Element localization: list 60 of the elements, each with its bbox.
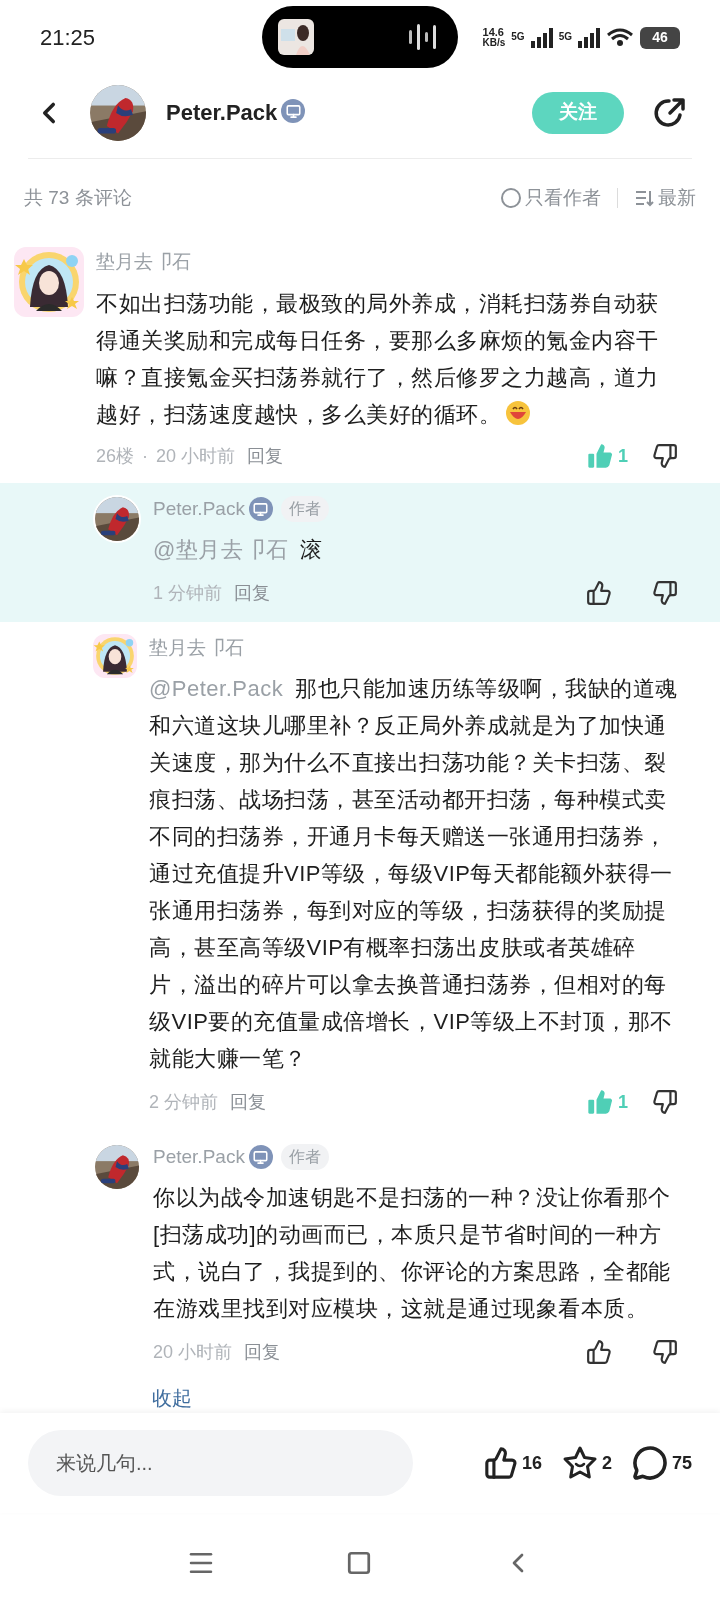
reply-author[interactable]: 垫月去卩石 bbox=[149, 633, 244, 663]
thumbs-down-icon[interactable] bbox=[652, 580, 678, 606]
comment-time: 20 小时前 bbox=[156, 444, 236, 468]
comment-input[interactable]: 来说几句... bbox=[28, 1430, 413, 1496]
monitor-badge-icon bbox=[248, 497, 273, 521]
thumbs-up-icon[interactable] bbox=[483, 1446, 518, 1480]
grinning-emoji-icon bbox=[505, 400, 531, 426]
reply-button[interactable]: 回复 bbox=[244, 1338, 281, 1366]
thumbs-down-icon[interactable] bbox=[652, 1089, 678, 1115]
reply-text: @Peter.Pack 那也只能加速历练等级啊，我缺的道魂和六道这块儿哪里补？反正局外养成就是为了加快通关速度，那为什么不直接出扫荡功能？关卡扫荡、裂痕扫荡、战场扫荡，甚至活动都开扫荡，每种模式卖不同的扫荡券，开通月卡每天赠送一张通用扫荡券，通过充值提升VIP等级，每级VIP每天都能额外获得一张通用扫荡券，每到对应的等级，扫荡获得的奖励提高，甚至高等级VIP有概率扫荡出皮肤或者英雄碎片，溢出的碎片可以拿去换普通扫荡券，但相对的每级VIP要的充值量成倍增长，VIP等级上不封顶，那不就能大赚一笔？ bbox=[149, 675, 678, 1073]
reply-time: 2 分钟前 bbox=[149, 1090, 218, 1114]
reply-button[interactable]: 回复 bbox=[230, 1088, 266, 1116]
thumbs-up-icon[interactable] bbox=[586, 442, 614, 470]
network-type: 5G bbox=[511, 29, 525, 44]
mention-link[interactable]: @垫月去卩石 bbox=[153, 537, 289, 562]
network-unit: KB/s bbox=[482, 38, 506, 48]
battery-level: 46 bbox=[652, 28, 668, 47]
author-only-toggle[interactable]: 只看作者 bbox=[501, 183, 601, 213]
comment-count: 共 73 条评论 bbox=[24, 185, 132, 210]
signal-icon bbox=[578, 27, 600, 48]
follow-button[interactable]: 关注 bbox=[532, 91, 624, 134]
reply-button[interactable]: 回复 bbox=[234, 579, 270, 607]
comment-text: 不如出扫荡功能，最极致的局外养成，消耗扫荡券自动获得通关奖励和完成每日任务，要那么多麻烦的氪金内容干嘛？直接氪金买扫荡券就行了，然后修罗之力越高，道力越好，扫荡速度越快，多么美好的循环。 bbox=[96, 290, 660, 429]
username[interactable]: Peter.Pack bbox=[166, 96, 278, 129]
like-count: 1 bbox=[618, 444, 628, 468]
sort-button[interactable]: 最新 bbox=[634, 183, 696, 213]
reply-text: @垫月去卩石 滚 bbox=[153, 536, 324, 564]
status-time: 21:25 bbox=[40, 24, 96, 52]
home-icon[interactable] bbox=[346, 1550, 372, 1576]
wifi-icon bbox=[606, 26, 634, 49]
separator-dot: · bbox=[142, 444, 149, 468]
favorite-total: 2 bbox=[601, 1451, 612, 1475]
reply-time: 20 小时前 bbox=[153, 1340, 233, 1364]
thumbs-down-icon[interactable] bbox=[652, 1339, 678, 1365]
reply-author[interactable]: Peter.Pack bbox=[153, 494, 245, 524]
network-speed: 14.6 bbox=[482, 27, 505, 38]
like-count: 1 bbox=[618, 1090, 628, 1114]
thumbs-up-icon[interactable] bbox=[586, 580, 612, 606]
reply-time: 1 分钟前 bbox=[153, 581, 222, 605]
thumbs-up-icon[interactable] bbox=[586, 1088, 614, 1116]
comment-floor: 26楼 bbox=[96, 444, 135, 468]
thumbs-down-icon[interactable] bbox=[652, 443, 678, 469]
monitor-badge-icon bbox=[281, 99, 306, 124]
sort-icon bbox=[634, 188, 654, 208]
reply-text: 你以为战令加速钥匙不是扫荡的一种？没让你看那个[扫荡成功]的动画而已，本质只是节省时间的一种方式，说白了，我提到的、你评论的方案思路，全都能在游戏里找到对应模块，这就是通过现象看本质。 bbox=[153, 1184, 672, 1323]
signal-icon bbox=[530, 27, 553, 48]
reply-author[interactable]: Peter.Pack bbox=[153, 1142, 245, 1172]
comment-author[interactable]: 垫月去卩石 bbox=[96, 251, 191, 272]
author-tag: 作者 bbox=[280, 496, 329, 522]
monitor-badge-icon bbox=[248, 1145, 273, 1169]
author-tag: 作者 bbox=[280, 1144, 329, 1170]
mention-link[interactable]: @Peter.Pack bbox=[149, 676, 284, 701]
comment-icon[interactable] bbox=[631, 1445, 668, 1481]
network-type: 5G bbox=[558, 29, 572, 44]
like-total: 16 bbox=[521, 1451, 542, 1475]
collapse-link[interactable]: 收起 bbox=[152, 1383, 192, 1413]
thumbs-up-icon[interactable] bbox=[586, 1339, 612, 1365]
reply-button[interactable]: 回复 bbox=[247, 442, 284, 470]
comment-total: 75 bbox=[671, 1451, 692, 1475]
star-icon[interactable] bbox=[561, 1445, 598, 1481]
